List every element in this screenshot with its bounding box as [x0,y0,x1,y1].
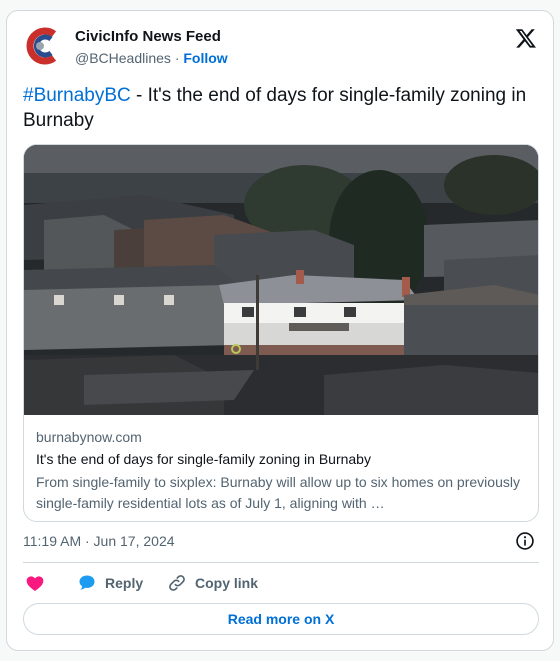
link-title: It's the end of days for single-family z… [36,451,371,467]
handle[interactable]: @BCHeadlines [75,50,171,66]
x-logo-icon[interactable] [515,27,537,49]
link-icon [169,575,185,591]
embedded-tweet-card: CivicInfo News Feed @BCHeadlines · Follo… [6,10,554,651]
civicinfo-logo [23,25,65,67]
separator: · [174,50,180,66]
copy-link-button[interactable]: Copy link [167,571,258,595]
avatar[interactable] [23,25,65,67]
reply-button[interactable]: Reply [77,571,143,595]
hashtag-link[interactable]: #BurnabyBC [23,85,131,106]
info-icon[interactable] [515,531,535,551]
speech-bubble-icon [79,575,95,590]
tweet-text: #BurnabyBC - It's the end of days for si… [23,83,539,133]
article-photo [24,145,538,415]
tweet-header: CivicInfo News Feed @BCHeadlines · Follo… [23,25,539,69]
link-preview-card[interactable]: burnabynow.com It's the end of days for … [23,144,539,522]
copy-link-label: Copy link [195,575,259,591]
action-bar: Reply Copy link [23,571,539,595]
handle-line: @BCHeadlines · Follow [75,50,228,66]
like-button[interactable] [25,571,53,595]
link-description: From single-family to sixplex: Burnaby w… [36,474,520,511]
reply-label: Reply [105,575,144,591]
link-domain: burnabynow.com [36,429,142,445]
display-name[interactable]: CivicInfo News Feed [75,28,221,45]
follow-button[interactable]: Follow [183,50,227,66]
read-more-button[interactable]: Read more on X [23,603,539,635]
timestamp[interactable]: 11:19 AM · Jun 17, 2024 [23,533,175,549]
heart-icon [26,576,44,591]
divider [23,562,539,563]
link-meta: burnabynow.com It's the end of days for … [36,428,528,514]
